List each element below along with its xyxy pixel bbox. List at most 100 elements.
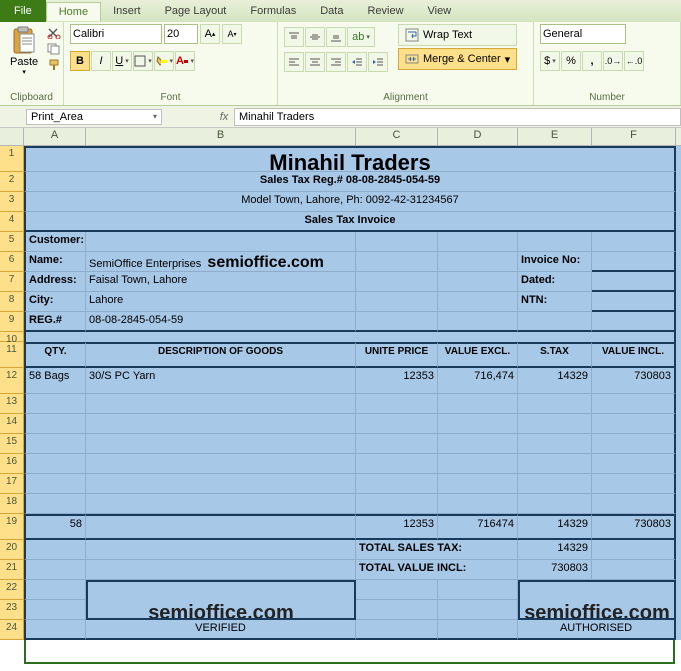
decrease-indent-button[interactable] [347,52,367,72]
font-color-button[interactable]: A▾ [175,51,195,71]
format-painter-button[interactable] [46,58,62,72]
decrease-font-button[interactable]: A▾ [222,24,242,44]
th-desc[interactable]: DESCRIPTION OF GOODS [86,342,356,368]
th-valincl[interactable]: VALUE INCL. [592,342,676,368]
row-header[interactable]: 13 [0,394,24,414]
row-header[interactable]: 1 [0,146,24,172]
regno-value[interactable]: 08-08-2845-054-59 [86,312,356,332]
row-header[interactable]: 9 [0,312,24,332]
name-box[interactable]: Print_Area▾ [26,109,162,125]
dated-value[interactable] [592,272,676,292]
tab-home[interactable]: Home [46,2,101,21]
fill-color-button[interactable]: ▾ [154,51,174,71]
col-header-a[interactable]: A [24,128,86,145]
invoice-reg[interactable]: Sales Tax Reg.# 08-08-2845-054-59 [24,172,676,192]
comma-button[interactable]: , [582,51,602,71]
font-name-select[interactable] [70,24,162,44]
row-header[interactable]: 10 [0,332,24,342]
increase-decimal-button[interactable]: .0→ [603,51,623,71]
tab-insert[interactable]: Insert [101,2,153,21]
invoice-address[interactable]: Model Town, Lahore, Ph: 0092-42-31234567 [24,192,676,212]
file-tab[interactable]: File [0,0,46,22]
invoice-title[interactable]: Minahil Traders [24,146,676,172]
invoice-no-value[interactable] [592,252,676,272]
row-header[interactable]: 21 [0,560,24,580]
city-label[interactable]: City: [24,292,86,312]
ntn-label[interactable]: NTN: [518,292,592,312]
row-header[interactable]: 5 [0,232,24,252]
tab-review[interactable]: Review [355,2,415,21]
row-header[interactable]: 4 [0,212,24,232]
align-top-button[interactable] [284,27,304,47]
th-valexcl[interactable]: VALUE EXCL. [438,342,518,368]
increase-indent-button[interactable] [368,52,388,72]
fx-icon[interactable]: fx [214,111,234,123]
align-left-button[interactable] [284,52,304,72]
authorised-label[interactable]: AUTHORISED [518,620,676,640]
regno-label[interactable]: REG.# [24,312,86,332]
row-header[interactable]: 14 [0,414,24,434]
total-incl-label[interactable]: TOTAL VALUE INCL: [356,560,518,580]
row-header[interactable]: 24 [0,620,24,640]
orientation-button[interactable]: ab▾ [347,27,375,47]
copy-button[interactable] [46,42,62,56]
dated-label[interactable]: Dated: [518,272,592,292]
th-stax[interactable]: S.TAX [518,342,592,368]
increase-font-button[interactable]: A▴ [200,24,220,44]
th-price[interactable]: UNITE PRICE [356,342,438,368]
col-header-c[interactable]: C [356,128,438,145]
th-qty[interactable]: QTY. [24,342,86,368]
row-header[interactable]: 3 [0,192,24,212]
align-right-button[interactable] [326,52,346,72]
name-value[interactable]: SemiOffice Enterprises semioffice.com [86,252,356,272]
address-label[interactable]: Address: [24,272,86,292]
percent-button[interactable]: % [561,51,581,71]
tab-data[interactable]: Data [308,2,355,21]
currency-button[interactable]: $▾ [540,51,560,71]
align-center-button[interactable] [305,52,325,72]
total-stax[interactable]: 14329 [518,514,592,540]
select-all-corner[interactable] [0,128,24,145]
invoice-no-label[interactable]: Invoice No: [518,252,592,272]
col-header-d[interactable]: D [438,128,518,145]
total-stax-value[interactable]: 14329 [518,540,592,560]
td-qty[interactable]: 58 Bags [24,368,86,394]
td-valexcl[interactable]: 716,474 [438,368,518,394]
row-header[interactable]: 6 [0,252,24,272]
underline-button[interactable]: U▾ [112,51,132,71]
align-bottom-button[interactable] [326,27,346,47]
paste-button[interactable]: Paste ▾ [6,24,42,78]
address-value[interactable]: Faisal Town, Lahore [86,272,356,292]
row-header[interactable]: 17 [0,474,24,494]
row-header[interactable]: 15 [0,434,24,454]
name-label[interactable]: Name: [24,252,86,272]
invoice-doctype[interactable]: Sales Tax Invoice [24,212,676,232]
total-price[interactable]: 12353 [356,514,438,540]
total-incl-value[interactable]: 730803 [518,560,592,580]
row-header[interactable]: 7 [0,272,24,292]
customer-label[interactable]: Customer: [24,232,86,252]
border-button[interactable]: ▾ [133,51,153,71]
italic-button[interactable]: I [91,51,111,71]
decrease-decimal-button[interactable]: ←.0 [624,51,644,71]
city-value[interactable]: Lahore [86,292,356,312]
align-middle-button[interactable] [305,27,325,47]
verified-logo[interactable]: semioffice.com [86,600,356,620]
authorised-logo[interactable]: semioffice.com [518,600,676,620]
total-stax-label[interactable]: TOTAL SALES TAX: [356,540,518,560]
row-header[interactable]: 2 [0,172,24,192]
formula-bar[interactable] [234,108,681,126]
row-header[interactable]: 16 [0,454,24,474]
total-valincl[interactable]: 730803 [592,514,676,540]
font-size-select[interactable] [164,24,198,44]
row-header[interactable]: 22 [0,580,24,600]
td-valincl[interactable]: 730803 [592,368,676,394]
cut-button[interactable] [46,26,62,40]
row-header[interactable]: 18 [0,494,24,514]
row-header[interactable]: 19 [0,514,24,540]
tab-view[interactable]: View [416,2,464,21]
row-header[interactable]: 11 [0,342,24,368]
col-header-e[interactable]: E [518,128,592,145]
tab-page-layout[interactable]: Page Layout [153,2,239,21]
td-price[interactable]: 12353 [356,368,438,394]
